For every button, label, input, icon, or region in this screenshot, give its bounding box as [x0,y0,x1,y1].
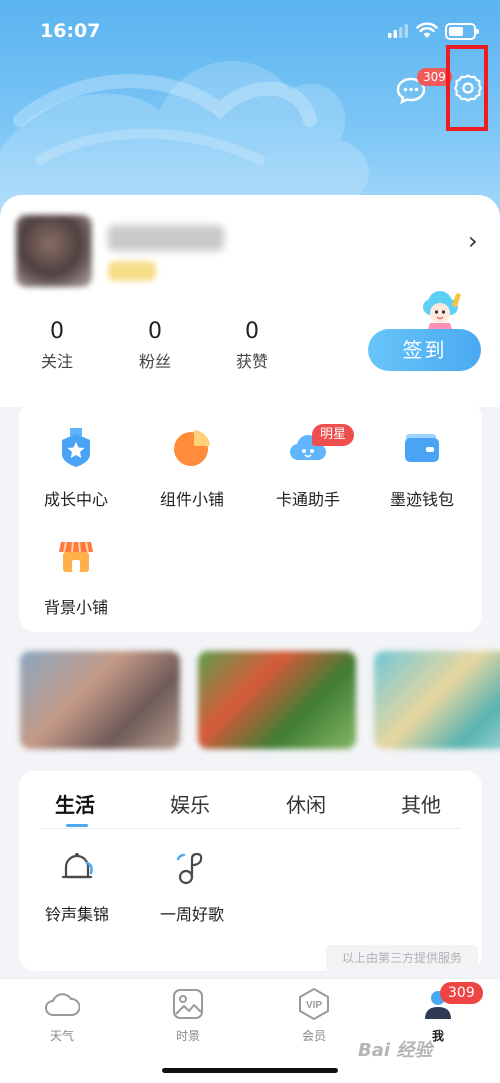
wallet-icon [405,434,439,462]
tool-weekly-songs[interactable]: 一周好歌 [147,851,237,925]
tab-other[interactable]: 其他 [401,789,441,818]
stat-label: 获赞 [235,352,268,371]
nav-label: 会员 [301,1029,326,1043]
service-widget-shop[interactable]: 组件小铺 [137,428,247,510]
shop-icon [59,541,93,572]
medal-icon [62,428,90,467]
nav-scenery[interactable]: 时景 [148,987,228,1044]
pie-chart-icon [174,430,210,466]
mascot-icon [423,291,461,333]
music-note-icon [176,852,203,885]
service-label: 墨迹钱包 [389,490,454,509]
avatar[interactable] [16,215,92,287]
username-blurred [108,225,224,251]
level-tag-blurred [108,261,156,281]
stat-value: 0 [148,319,162,344]
banner-item[interactable] [20,651,180,749]
vip-icon: VIP [299,988,329,1020]
nav-vip[interactable]: VIP 会员 [274,987,354,1044]
cloud-icon [45,993,81,1016]
banner-item[interactable] [374,651,500,749]
profile-card: › 0 关注 0 粉丝 0 获赞 签到 [0,195,500,407]
battery-icon [445,23,479,40]
stat-label: 粉丝 [138,352,171,371]
stat-label: 关注 [40,352,73,371]
service-wallet[interactable]: 墨迹钱包 [367,428,477,510]
third-party-note: 以上由第三方提供服务 [326,945,478,971]
banner-item[interactable] [198,651,356,749]
services-card: 成长中心 组件小铺 卡通助手 墨迹钱包 背景小铺 [19,402,482,632]
stat-value: 0 [245,319,259,344]
signal-icon [388,24,408,38]
service-label: 组件小铺 [159,490,224,509]
home-indicator [162,1068,338,1073]
service-label: 卡通助手 [275,490,340,509]
stat-value: 0 [50,319,64,344]
stat-fans[interactable]: 0 粉丝 [120,319,190,372]
nav-weather[interactable]: 天气 [22,987,102,1044]
svg-text:VIP: VIP [306,1000,322,1011]
nav-badge: 309 [440,982,483,1004]
nav-label: 时景 [175,1029,200,1043]
chevron-right-icon[interactable]: › [468,227,478,255]
stat-following[interactable]: 0 关注 [22,319,92,372]
service-label: 背景小铺 [43,598,108,617]
tool-label: 一周好歌 [159,905,224,924]
status-time: 16:07 [40,20,101,42]
checkin-button[interactable]: 签到 [368,329,481,371]
tool-label: 铃声集锦 [44,905,109,924]
settings-highlight-box [446,45,488,131]
bell-icon [61,853,93,879]
tab-entertainment[interactable]: 娱乐 [170,789,210,818]
tab-life[interactable]: 生活 [55,789,95,818]
picture-icon [173,989,203,1019]
wifi-icon [416,22,438,38]
service-growth-center[interactable]: 成长中心 [21,428,131,510]
tool-ringtones[interactable]: 铃声集锦 [32,851,122,925]
active-tab-indicator [66,824,88,827]
service-background-shop[interactable]: 背景小铺 [21,536,131,618]
status-bar: 16:07 [0,0,500,62]
stat-likes[interactable]: 0 获赞 [217,319,287,372]
nav-label: 天气 [49,1029,74,1043]
star-badge: 明星 [312,424,355,446]
tools-card: 生活 娱乐 休闲 其他 铃声集锦 一周好歌 [19,771,482,971]
banner-carousel[interactable] [0,645,500,755]
tab-leisure[interactable]: 休闲 [286,789,326,818]
watermark-logo: Bai 经验 [358,1040,433,1061]
service-label: 成长中心 [43,490,108,509]
divider [41,828,461,829]
